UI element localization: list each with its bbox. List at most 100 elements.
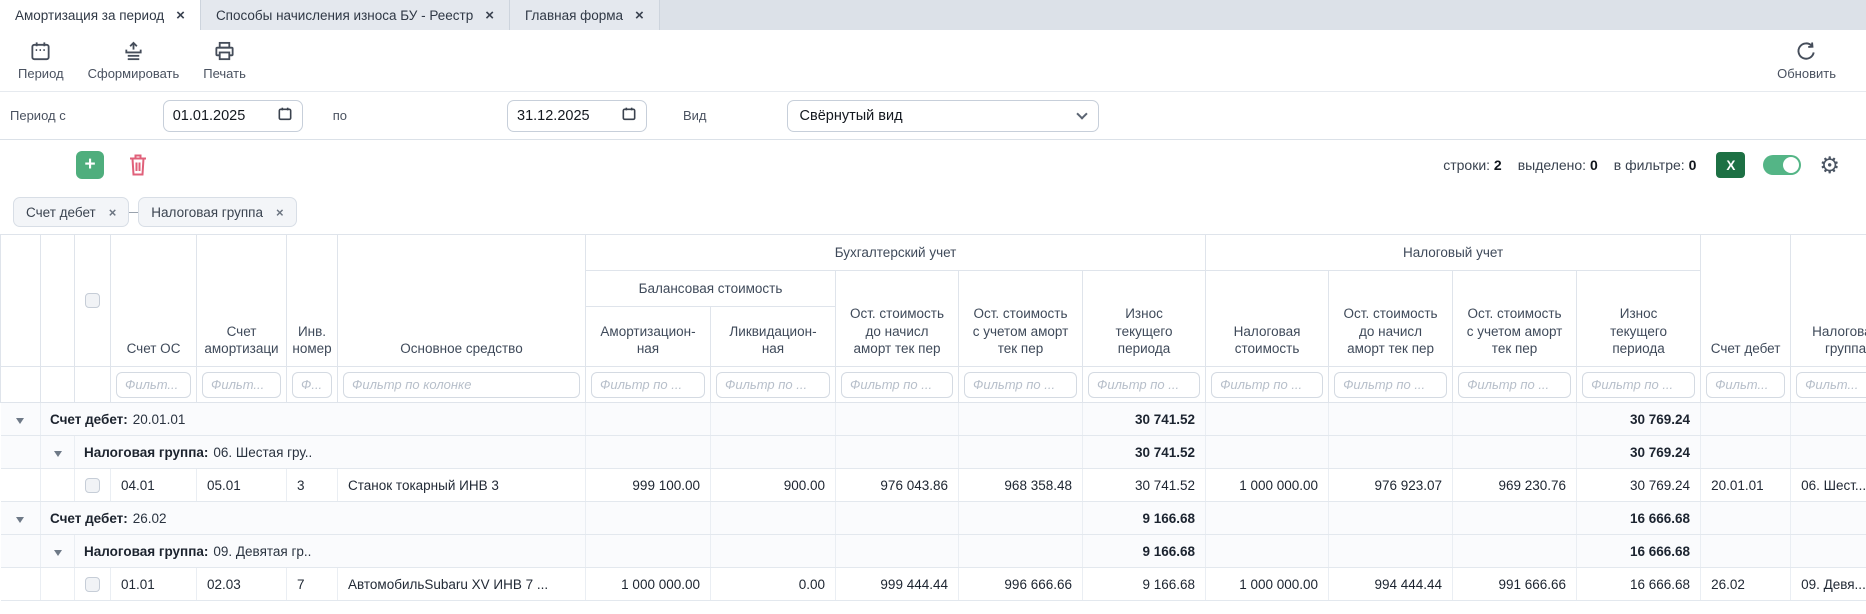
group-value: 20.01.01 — [133, 412, 186, 427]
period-from-input[interactable] — [173, 108, 265, 124]
calendar-icon[interactable] — [277, 106, 293, 125]
tab-amortization[interactable]: Амортизация за период — [0, 0, 201, 30]
chip-connector — [129, 212, 138, 213]
chevron-down-icon — [1076, 108, 1087, 119]
view-select-value: Свёрнутый вид — [800, 108, 903, 124]
grid-action-bar: строки: 2 выделено: 0 в фильтре: 0 X — [0, 140, 1866, 190]
delete-row-button[interactable] — [126, 152, 150, 178]
add-row-button[interactable] — [76, 151, 104, 179]
col-header-nal-gruppa: Налоговая группа — [1791, 235, 1866, 367]
period-filter-bar: Период с по Вид Свёрнутый вид — [0, 92, 1866, 140]
filter-input-schet-debet[interactable] — [1706, 372, 1785, 398]
tab-label: Главная форма — [525, 8, 623, 23]
group-value: 26.02 — [133, 511, 167, 526]
filtered-count-label: в фильтре: — [1614, 157, 1685, 173]
collapse-icon[interactable] — [54, 451, 62, 457]
filter-input-os[interactable] — [343, 372, 580, 398]
cell-schet-amort: 05.01 — [197, 469, 287, 502]
print-button[interactable]: Печать — [203, 40, 246, 81]
filter-input-schet-os[interactable] — [116, 372, 191, 398]
filter-input-nal-gruppa[interactable] — [1796, 372, 1866, 398]
collapse-icon[interactable] — [54, 550, 62, 556]
printer-icon — [213, 40, 236, 63]
period-to-field[interactable] — [507, 100, 647, 132]
calendar-icon[interactable] — [621, 106, 637, 125]
grouping-chips: Счет дебет Налоговая группа — [0, 190, 1866, 234]
cell-nu-ost-do: 976 923.07 — [1329, 469, 1453, 502]
cell-inv: 3 — [287, 469, 338, 502]
refresh-button[interactable]: Обновить — [1777, 40, 1836, 81]
cell-schet-os: 04.01 — [111, 469, 197, 502]
group-value: 06. Шестая гру.. — [213, 445, 312, 460]
toolbar: Период Сформировать — [0, 30, 1866, 92]
cell-inv: 7 — [287, 568, 338, 601]
group-header-nalog-uchet: Налоговый учет — [1206, 235, 1701, 271]
filter-input-nu-iznos[interactable] — [1582, 372, 1695, 398]
period-button[interactable]: Период — [18, 40, 64, 81]
data-grid: Счет ОС Счет амортизаци Инв. номер Основ… — [0, 234, 1866, 601]
cell-schet-debet: 26.02 — [1701, 568, 1791, 601]
cell-nu-iznos: 16 666.68 — [1577, 502, 1701, 535]
group-chip-nalog-gruppa[interactable]: Налоговая группа — [138, 197, 296, 227]
cell-likvid: 0.00 — [711, 568, 836, 601]
col-header-schet-debet: Счет дебет — [1701, 235, 1791, 367]
filter-toggle[interactable] — [1763, 155, 1801, 175]
filter-input-schet-amort[interactable] — [202, 372, 281, 398]
col-header-bu-iznos: Износ текущего периода — [1083, 271, 1206, 367]
period-from-label: Период с — [10, 108, 66, 123]
tab-bar: Амортизация за период Способы начисления… — [0, 0, 1866, 30]
select-all-checkbox[interactable] — [85, 293, 100, 308]
table-row[interactable]: 01.01 02.03 7 АвтомобильSubaru XV ИНВ 7 … — [1, 568, 1866, 601]
group-header-buh-uchet: Бухгалтерский учет — [586, 235, 1206, 271]
collapse-icon[interactable] — [16, 418, 24, 424]
cell-nal-gruppa: 06. Шест... — [1791, 469, 1866, 502]
cell-schet-debet: 20.01.01 — [1701, 469, 1791, 502]
settings-gear-icon[interactable] — [1819, 154, 1840, 177]
collapse-icon[interactable] — [16, 517, 24, 523]
col-header-nu-ost-s: Ост. стоимость с учетом аморт тек пер — [1453, 271, 1577, 367]
close-icon[interactable] — [176, 8, 185, 23]
tab-depreciation-methods[interactable]: Способы начисления износа БУ - Реестр — [201, 0, 510, 30]
table-row[interactable]: 04.01 05.01 3 Станок токарный ИНВ 3 999 … — [1, 469, 1866, 502]
group-label: Налоговая группа: — [84, 445, 208, 460]
col-header-nu-iznos: Износ текущего периода — [1577, 271, 1701, 367]
row-checkbox[interactable] — [85, 478, 100, 493]
rows-count-label: строки: — [1443, 157, 1490, 173]
selected-count-label: выделено: — [1518, 157, 1586, 173]
filter-input-likvid[interactable] — [716, 372, 830, 398]
cell-nu-iznos: 30 769.24 — [1577, 403, 1701, 436]
tab-label: Способы начисления износа БУ - Реестр — [216, 8, 473, 23]
tab-main-form[interactable]: Главная форма — [510, 0, 660, 30]
group-label: Счет дебет: — [50, 412, 128, 427]
cell-bu-ost-s: 968 358.48 — [959, 469, 1083, 502]
table-row-group: Счет дебет:26.02 9 166.68 16 666.68 — [1, 502, 1866, 535]
col-header-bu-ost-s: Ост. стоимость с учетом аморт тек пер — [959, 271, 1083, 367]
generate-button[interactable]: Сформировать — [88, 40, 180, 81]
filtered-count-value: 0 — [1689, 157, 1697, 173]
col-header-inv-nomer: Инв. номер — [287, 235, 338, 367]
row-checkbox[interactable] — [85, 577, 100, 592]
filter-input-bu-ost-do[interactable] — [841, 372, 953, 398]
filter-input-nu-ost-do[interactable] — [1334, 372, 1447, 398]
close-icon[interactable] — [109, 205, 117, 220]
filter-input-amort[interactable] — [591, 372, 705, 398]
close-icon[interactable] — [485, 8, 494, 23]
period-from-field[interactable] — [163, 100, 303, 132]
select-col-header — [75, 235, 111, 367]
refresh-icon — [1795, 40, 1818, 63]
period-to-input[interactable] — [517, 108, 609, 124]
col-header-amortizacionnaya: Амортизацион- ная — [586, 307, 711, 367]
filter-input-inv[interactable] — [292, 372, 332, 398]
view-select[interactable]: Свёрнутый вид — [787, 100, 1099, 132]
selected-count-value: 0 — [1590, 157, 1598, 173]
filter-input-nu-ost-s[interactable] — [1458, 372, 1571, 398]
group-chip-schet-debet[interactable]: Счет дебет — [13, 197, 129, 227]
filter-input-bu-iznos[interactable] — [1088, 372, 1200, 398]
close-icon[interactable] — [635, 8, 644, 23]
cell-bu-iznos: 30 741.52 — [1083, 436, 1206, 469]
export-excel-button[interactable]: X — [1716, 152, 1745, 178]
table-row-group: Счет дебет:20.01.01 30 741.52 30 769.24 — [1, 403, 1866, 436]
filter-input-nu-stoimost[interactable] — [1211, 372, 1323, 398]
close-icon[interactable] — [276, 205, 284, 220]
filter-input-bu-ost-s[interactable] — [964, 372, 1077, 398]
